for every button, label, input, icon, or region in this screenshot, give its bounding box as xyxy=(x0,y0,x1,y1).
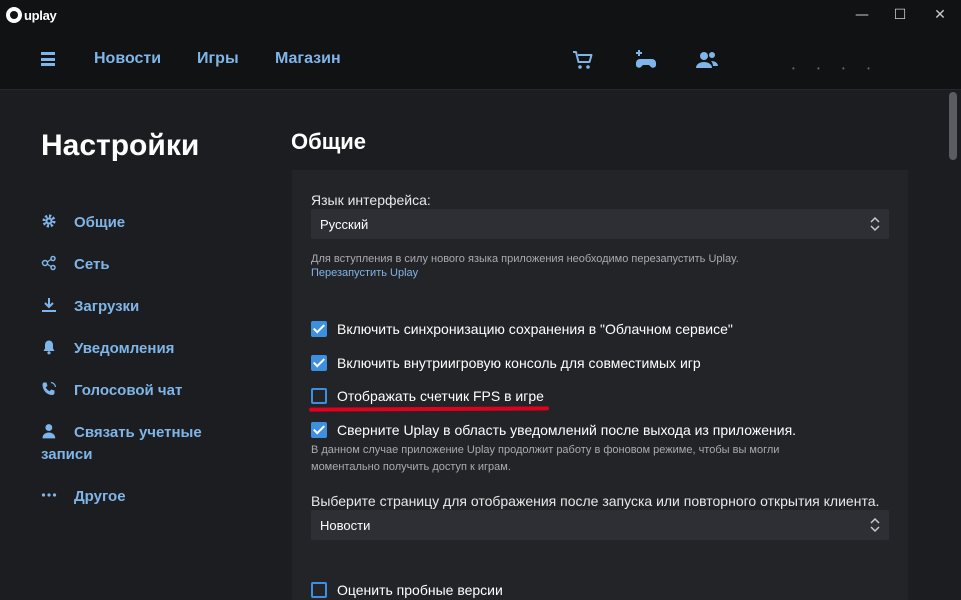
select-arrows-icon xyxy=(870,216,880,232)
sidebar-item-network[interactable]: Сеть xyxy=(41,254,110,276)
gear-icon xyxy=(42,214,56,228)
link-accounts-label-line1: Связать учетные xyxy=(74,422,224,444)
option-label: Включить внутриигровую консоль для совме… xyxy=(337,355,701,371)
language-select[interactable]: Русский xyxy=(311,209,889,239)
checkbox[interactable] xyxy=(311,422,327,438)
download-icon xyxy=(42,298,56,312)
bell-icon xyxy=(43,340,55,355)
add-game-icon[interactable] xyxy=(634,48,658,72)
sidebar-item-general[interactable]: Общие xyxy=(41,212,125,234)
option-cloud-sync[interactable]: Включить синхронизацию сохранения в "Обл… xyxy=(311,321,733,337)
menu-icon[interactable] xyxy=(41,52,55,66)
friends-icon[interactable] xyxy=(695,48,719,72)
sidebar-item-voice-chat[interactable]: Голосовой чат xyxy=(41,380,182,402)
more-icon xyxy=(41,493,57,497)
user-icon xyxy=(42,424,56,439)
sidebar-item-label: Другое xyxy=(74,488,126,505)
uplay-logo: uplay xyxy=(6,6,57,24)
option-label: Сверните Uplay в область уведомлений пос… xyxy=(337,422,797,438)
startpage-select[interactable]: Новости xyxy=(311,510,889,540)
option-label: Оценить пробные версии xyxy=(337,582,503,598)
sidebar-item-label: Голосовой чат xyxy=(74,382,183,399)
scrollbar-thumb[interactable] xyxy=(949,92,957,160)
sidebar-item-label: Загрузки xyxy=(74,298,140,315)
option-label: Отображать счетчик FPS в игре xyxy=(337,388,544,404)
sidebar-item-label: Общие xyxy=(74,214,126,231)
close-button[interactable]: ✕ xyxy=(930,5,950,25)
checkbox[interactable] xyxy=(311,321,327,337)
restart-uplay-link[interactable]: Перезапустить Uplay xyxy=(311,267,418,279)
nav-link-store[interactable]: Магазин xyxy=(275,50,341,68)
uplay-logo-mark xyxy=(6,7,22,23)
minimize-note: В данном случае приложение Uplay продолж… xyxy=(311,444,780,473)
language-select-value: Русский xyxy=(320,217,369,232)
network-icon xyxy=(41,255,56,271)
page-title: Общие xyxy=(291,129,367,154)
nav-link-news[interactable]: Новости xyxy=(94,50,161,68)
checkbox[interactable] xyxy=(311,388,327,404)
checkbox[interactable] xyxy=(311,355,327,371)
title-bar: uplay — ☐ ✕ xyxy=(0,0,961,30)
startpage-select-value: Новости xyxy=(320,518,371,533)
minimize-button[interactable]: — xyxy=(852,5,872,25)
option-trial-versions[interactable]: Оценить пробные версии xyxy=(311,582,503,598)
logo-text: uplay xyxy=(24,7,57,23)
option-fps-counter[interactable]: Отображать счетчик FPS в игре xyxy=(311,388,544,404)
sidebar-item-other[interactable]: Другое xyxy=(41,486,126,508)
scrollbar[interactable] xyxy=(947,92,959,600)
sidebar-item-downloads[interactable]: Загрузки xyxy=(41,296,139,318)
link-accounts-label-line2: записи xyxy=(41,444,92,466)
option-label: Включить синхронизацию сохранения в "Обл… xyxy=(337,321,733,337)
sidebar-item-label: Сеть xyxy=(74,256,110,273)
user-status-dots: • • • • xyxy=(792,64,880,73)
option-minimize-to-tray[interactable]: Сверните Uplay в область уведомлений пос… xyxy=(311,422,796,438)
phone-icon xyxy=(42,381,57,395)
cart-icon[interactable] xyxy=(571,48,595,72)
nav-link-games[interactable]: Игры xyxy=(197,50,239,68)
sidebar-item-label: Уведомления xyxy=(74,340,175,357)
maximize-button[interactable]: ☐ xyxy=(890,5,910,25)
language-note: Для вступления в силу нового языка прило… xyxy=(311,253,739,265)
top-nav: Новости Игры Магазин • • • • xyxy=(0,30,961,90)
startpage-label: Выберите страницу для отображения после … xyxy=(311,493,880,509)
sidebar-item-label-line2: записи xyxy=(41,446,93,463)
settings-title: Настройки xyxy=(41,129,200,162)
select-arrows-icon xyxy=(870,517,880,533)
option-ingame-console[interactable]: Включить внутриигровую консоль для совме… xyxy=(311,355,701,371)
checkbox[interactable] xyxy=(311,582,327,598)
language-label: Язык интерфейса: xyxy=(311,192,431,208)
sidebar-item-notifications[interactable]: Уведомления xyxy=(41,338,174,360)
sidebar-item-label-line1: Связать учетные xyxy=(74,424,202,441)
